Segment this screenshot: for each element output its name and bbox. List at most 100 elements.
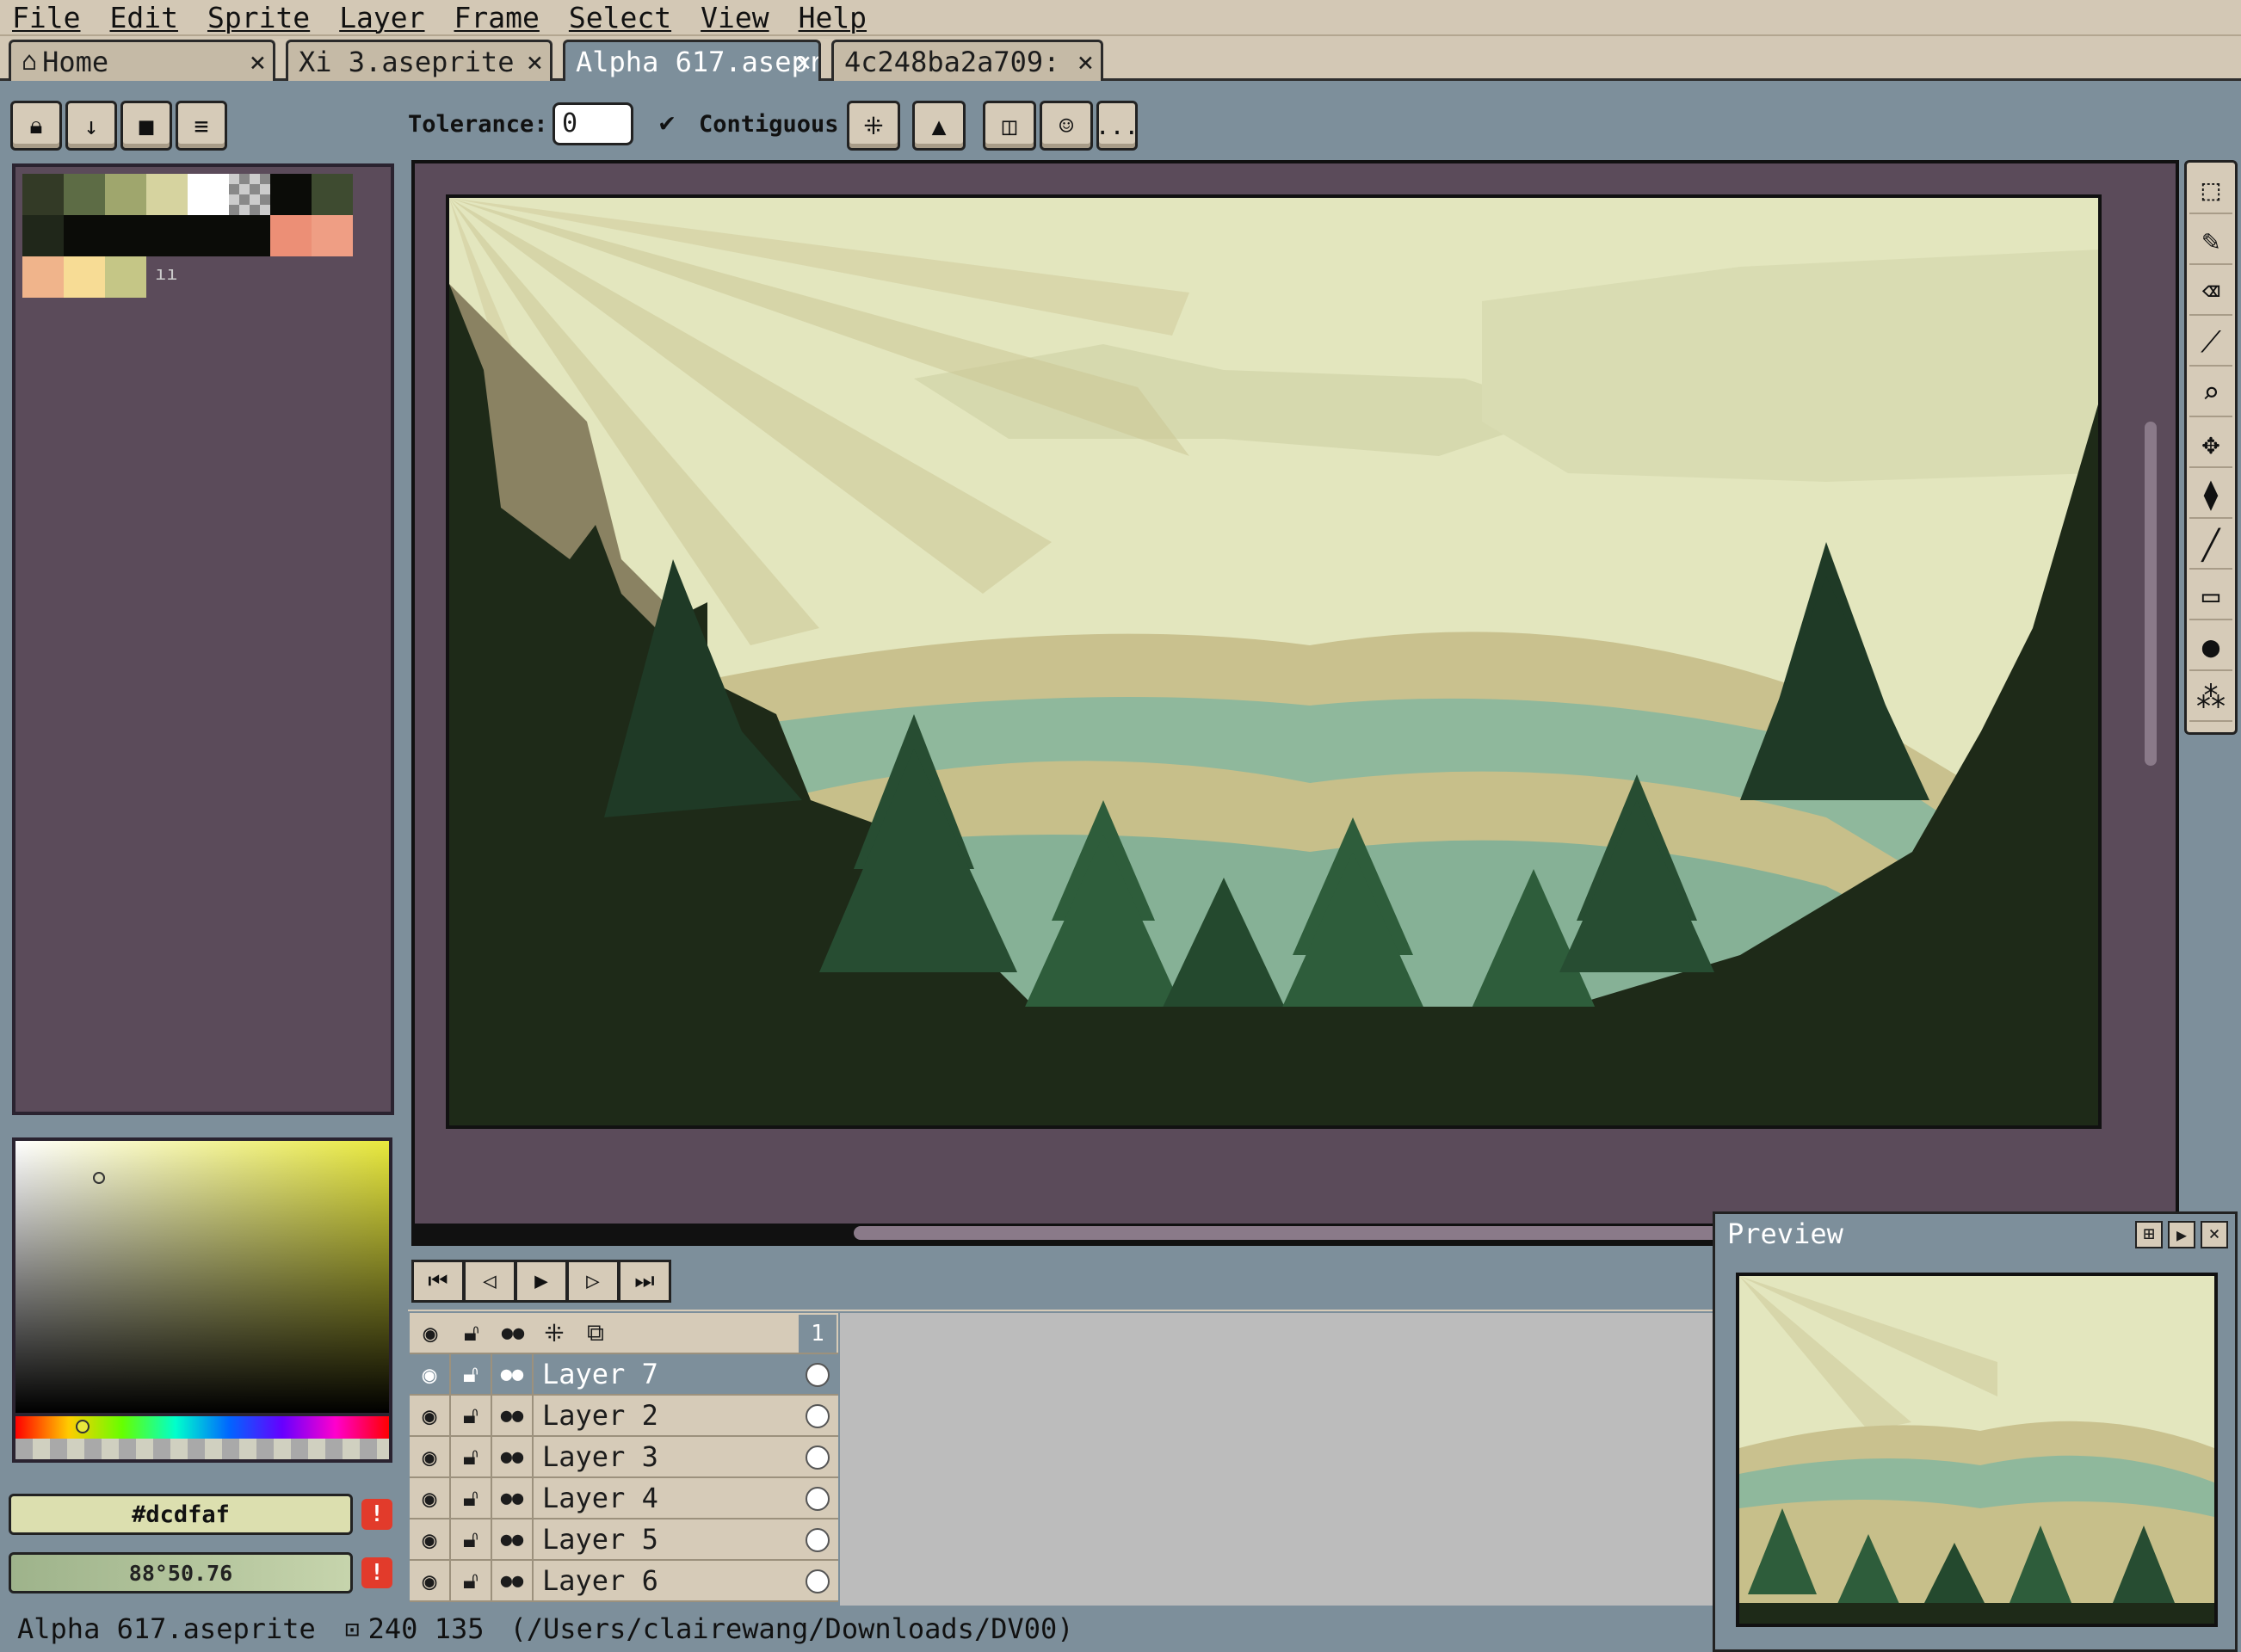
menu-file[interactable]: File xyxy=(12,1,80,34)
continuous-icon[interactable]: ●● xyxy=(492,1560,534,1601)
eraser-icon[interactable]: ⌫ xyxy=(2189,269,2232,316)
padlock-icon[interactable]: 🔓︎ xyxy=(451,1477,492,1519)
continuous-icon[interactable]: ●● xyxy=(492,1353,534,1395)
palette-swatch[interactable] xyxy=(105,215,146,256)
layer-row[interactable]: ◉ 🔓︎ ●● Layer 5 xyxy=(410,1519,838,1561)
palette-swatch[interactable] xyxy=(22,256,64,298)
tolerance-input[interactable]: 0 xyxy=(553,102,633,145)
blur-icon[interactable]: ● xyxy=(2189,625,2232,671)
vertical-scrollbar[interactable] xyxy=(2145,422,2157,766)
sprite-canvas[interactable] xyxy=(446,194,2102,1129)
sample-layer-button[interactable]: ▲ xyxy=(912,101,966,151)
line-icon[interactable]: ╱ xyxy=(2189,523,2232,570)
horizontal-scrollbar-thumb[interactable] xyxy=(854,1226,1800,1240)
layer-name[interactable]: Layer 2 xyxy=(534,1395,838,1436)
palette-swatch[interactable] xyxy=(105,174,146,215)
padlock-icon[interactable]: 🔓︎ xyxy=(451,1313,492,1353)
palette-swatch[interactable] xyxy=(270,215,312,256)
spray-icon[interactable]: ⁂ xyxy=(2189,675,2232,722)
foreground-color-button[interactable]: #dcdfaf xyxy=(9,1494,353,1535)
continuous-icon[interactable]: ●● xyxy=(492,1436,534,1477)
palette-swatch[interactable] xyxy=(312,215,353,256)
palette-swatch[interactable] xyxy=(146,215,188,256)
play-icon[interactable]: ▶ xyxy=(2168,1221,2195,1248)
fill-mode-button[interactable]: ⁜ xyxy=(847,101,900,151)
palette-swatch[interactable] xyxy=(22,174,64,215)
palette-swatch[interactable] xyxy=(229,174,270,215)
rectangle-icon[interactable]: ▭ xyxy=(2189,574,2232,620)
palette-swatch[interactable] xyxy=(188,174,229,215)
cel[interactable] xyxy=(799,1563,837,1600)
eye-icon[interactable]: ◉ xyxy=(410,1395,451,1436)
color-cursor[interactable] xyxy=(93,1172,105,1184)
fill-icon[interactable]: ⧫ xyxy=(2189,472,2232,519)
layer-name[interactable]: Layer 6 xyxy=(534,1560,838,1601)
menu-view[interactable]: View xyxy=(701,1,769,34)
eye-icon[interactable]: ◉ xyxy=(410,1436,451,1477)
palette-swatch[interactable] xyxy=(270,174,312,215)
eye-icon[interactable]: ◉ xyxy=(410,1313,451,1353)
editor-workspace[interactable] xyxy=(411,160,2179,1246)
eye-icon[interactable]: ◉ xyxy=(410,1353,451,1395)
continuous-icon[interactable]: ●● xyxy=(492,1477,534,1519)
eye-icon[interactable]: ◉ xyxy=(410,1560,451,1601)
eye-icon[interactable]: ◉ xyxy=(410,1519,451,1560)
warning-icon[interactable]: ! xyxy=(361,1499,392,1530)
preview-canvas[interactable] xyxy=(1736,1273,2218,1627)
layer-row[interactable]: ◉ 🔓︎ ●● Layer 4 xyxy=(410,1477,838,1519)
palette-swatch[interactable] xyxy=(64,256,105,298)
presets-button[interactable]: ■ xyxy=(120,101,172,151)
hue-handle[interactable] xyxy=(76,1420,90,1433)
pencil-icon[interactable]: ✎ xyxy=(2189,219,2232,265)
color-sv-field[interactable] xyxy=(12,1137,392,1416)
last-frame-button[interactable]: ⏭ xyxy=(618,1260,671,1303)
move-icon[interactable]: ✥ xyxy=(2189,422,2232,468)
more-options-button[interactable]: ... xyxy=(1096,101,1139,151)
close-icon[interactable]: × xyxy=(1077,46,1094,78)
layer-name[interactable]: Layer 7 xyxy=(534,1353,838,1395)
close-icon[interactable]: × xyxy=(527,46,543,78)
continuous-icon[interactable]: ●● xyxy=(492,1519,534,1560)
layer-name[interactable]: Layer 5 xyxy=(534,1519,838,1560)
palette-swatch[interactable] xyxy=(229,215,270,256)
menu-frame[interactable]: Frame xyxy=(454,1,540,34)
onion-skin-icon[interactable]: ⧉ xyxy=(575,1313,616,1353)
first-frame-button[interactable]: ⏮ xyxy=(411,1260,465,1303)
rect-select-icon[interactable]: ⬚ xyxy=(2189,168,2232,214)
tab-4c248[interactable]: 4c248ba2a709: × xyxy=(831,40,1103,81)
layer-name[interactable]: Layer 4 xyxy=(534,1477,838,1519)
play-button[interactable]: ▶ xyxy=(515,1260,568,1303)
lock-palette-button[interactable]: 🔒︎ xyxy=(10,101,62,151)
padlock-icon[interactable]: 🔓︎ xyxy=(451,1519,492,1560)
close-icon[interactable]: × xyxy=(795,46,812,78)
menu-sprite[interactable]: Sprite xyxy=(207,1,310,34)
layer-group-icon[interactable]: ⁜ xyxy=(534,1313,575,1353)
tab-alpha617[interactable]: Alpha 617.asepr × xyxy=(563,40,821,81)
palette-swatch[interactable] xyxy=(312,174,353,215)
hue-slider[interactable] xyxy=(12,1416,392,1439)
menu-layer[interactable]: Layer xyxy=(339,1,424,34)
background-color-button[interactable]: 88°50.76 xyxy=(9,1552,353,1593)
zoom-icon[interactable]: ⌕ xyxy=(2189,371,2232,417)
menu-edit[interactable]: Edit xyxy=(109,1,177,34)
padlock-icon[interactable]: 🔓︎ xyxy=(451,1395,492,1436)
menu-help[interactable]: Help xyxy=(799,1,867,34)
layer-row[interactable]: ◉ 🔓︎ ●● Layer 6 xyxy=(410,1560,838,1602)
layer-name[interactable]: Layer 3 xyxy=(534,1436,838,1477)
palette-swatch[interactable] xyxy=(64,215,105,256)
palette-swatch[interactable] xyxy=(64,174,105,215)
palette-swatch[interactable] xyxy=(22,215,64,256)
palette-options-button[interactable]: ≡ xyxy=(176,101,227,151)
tab-home[interactable]: ⌂ Home × xyxy=(9,40,275,81)
layer-row[interactable]: ◉ 🔓︎ ●● Layer 3 xyxy=(410,1436,838,1478)
cel[interactable] xyxy=(799,1521,837,1559)
continuous-icon[interactable]: ●● xyxy=(492,1313,534,1353)
padlock-icon[interactable]: 🔓︎ xyxy=(451,1353,492,1395)
close-icon[interactable]: × xyxy=(250,46,266,78)
cel[interactable] xyxy=(799,1356,837,1394)
eyedropper-icon[interactable]: ⟋ xyxy=(2189,320,2232,367)
cel[interactable] xyxy=(799,1439,837,1476)
cel[interactable] xyxy=(799,1480,837,1518)
close-icon[interactable]: × xyxy=(2201,1221,2228,1248)
palette-swatch[interactable] xyxy=(105,256,146,298)
